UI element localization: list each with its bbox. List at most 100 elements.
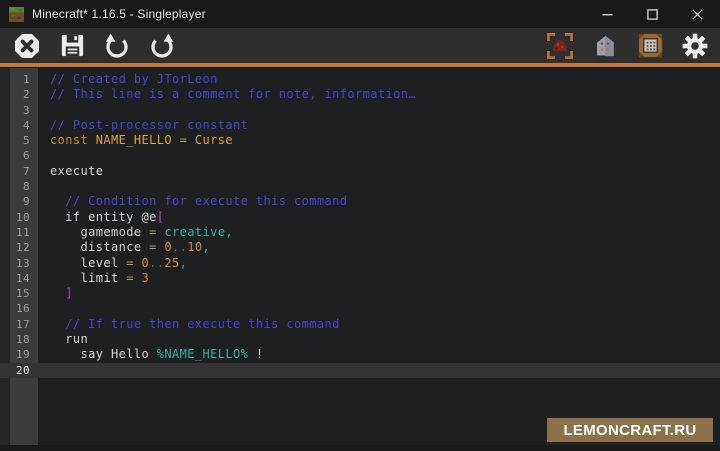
line-content	[38, 363, 720, 378]
line-content	[38, 148, 720, 163]
code-line-19[interactable]: 19 say Hello %NAME_HELLO% !	[0, 347, 720, 362]
line-number: 5	[0, 133, 38, 148]
code-line-5[interactable]: 5const NAME_HELLO = Curse	[0, 133, 720, 148]
code-line-13[interactable]: 13 level = 0..25,	[0, 256, 720, 271]
line-content: // If true then execute this command	[38, 317, 720, 332]
code-token-default: execute	[50, 164, 103, 178]
line-content: limit = 3	[38, 271, 720, 286]
line-content: run	[38, 332, 720, 347]
code-token-value: ,	[203, 240, 211, 254]
code-line-15[interactable]: 15 ]	[0, 286, 720, 301]
undo-icon[interactable]	[102, 31, 132, 61]
line-content: say Hello %NAME_HELLO% !	[38, 347, 720, 362]
code-line-4[interactable]: 4// Post-processor constant	[0, 118, 720, 133]
code-line-10[interactable]: 10 if entity @e[	[0, 210, 720, 225]
code-line-12[interactable]: 12 distance = 0..10,	[0, 240, 720, 255]
line-number: 12	[0, 240, 38, 255]
code-token-operator: =	[149, 240, 164, 254]
toolbar-left-group	[12, 31, 177, 61]
code-lines: 1// Created by JTorLeon2// This line is …	[0, 72, 720, 378]
window-bottom-edge	[0, 445, 720, 451]
line-number: 10	[0, 210, 38, 225]
code-token-number: 0	[142, 256, 150, 270]
code-line-20[interactable]: 20	[0, 363, 720, 378]
code-token-default	[172, 133, 180, 147]
line-number: 18	[0, 332, 38, 347]
code-line-3[interactable]: 3	[0, 103, 720, 118]
code-token-default: gamemode	[50, 225, 149, 239]
code-token-default: run	[50, 332, 88, 346]
line-content: if entity @e[	[38, 210, 720, 225]
window-title: Minecraft* 1.16.5 - Singleplayer	[32, 7, 585, 21]
line-number: 17	[0, 317, 38, 332]
settings-gear-icon[interactable]	[680, 31, 710, 61]
line-number: 7	[0, 164, 38, 179]
item-frame-icon[interactable]	[635, 31, 665, 61]
title-bar: Minecraft* 1.16.5 - Singleplayer	[0, 0, 720, 28]
code-token-value: %NAME_HELLO%	[157, 347, 249, 361]
toolbar	[0, 28, 720, 63]
code-token-default: !	[248, 347, 263, 361]
code-line-2[interactable]: 2// This line is a comment for note, inf…	[0, 87, 720, 102]
code-token-operator: =	[149, 225, 164, 239]
line-content: // Condition for execute this command	[38, 194, 720, 209]
code-line-1[interactable]: 1// Created by JTorLeon	[0, 72, 720, 87]
minimize-button[interactable]	[585, 0, 630, 28]
line-content: execute	[38, 164, 720, 179]
code-token-default: limit	[50, 271, 126, 285]
code-line-16[interactable]: 16	[0, 301, 720, 316]
maximize-button[interactable]	[630, 0, 675, 28]
code-token-number: 0	[164, 240, 172, 254]
line-content: level = 0..25,	[38, 256, 720, 271]
code-editor[interactable]: 1// Created by JTorLeon2// This line is …	[0, 68, 720, 445]
code-line-17[interactable]: 17 // If true then execute this command	[0, 317, 720, 332]
line-content: ]	[38, 286, 720, 301]
code-token-value: ,	[180, 256, 188, 270]
code-token-default: distance	[50, 240, 149, 254]
code-line-8[interactable]: 8	[0, 179, 720, 194]
line-number: 3	[0, 103, 38, 118]
redstone-select-icon[interactable]	[545, 31, 575, 61]
code-token-number: 10	[187, 240, 202, 254]
line-content: const NAME_HELLO = Curse	[38, 133, 720, 148]
code-line-14[interactable]: 14 limit = 3	[0, 271, 720, 286]
code-token-dots: ..	[172, 240, 187, 254]
line-number: 15	[0, 286, 38, 301]
code-line-11[interactable]: 11 gamemode = creative,	[0, 225, 720, 240]
code-line-18[interactable]: 18 run	[0, 332, 720, 347]
code-token-comment: // Created by JTorLeon	[50, 72, 218, 86]
code-token-keyword: const	[50, 133, 96, 147]
line-number: 9	[0, 194, 38, 209]
code-token-value: creative,	[164, 225, 233, 239]
line-number: 11	[0, 225, 38, 240]
code-token-default: if entity @e	[50, 210, 157, 224]
code-token-bracket: [	[157, 210, 165, 224]
code-line-7[interactable]: 7 execute	[0, 164, 720, 179]
line-number: 13	[0, 256, 38, 271]
close-button[interactable]	[675, 0, 720, 28]
line-number: 8	[0, 179, 38, 194]
code-line-9[interactable]: 9 // Condition for execute this command	[0, 194, 720, 209]
code-token-dots: ..	[149, 256, 164, 270]
line-number: 14	[0, 271, 38, 286]
code-line-6[interactable]: 6	[0, 148, 720, 163]
redo-icon[interactable]	[147, 31, 177, 61]
close-octagon-icon[interactable]	[12, 31, 42, 61]
line-content: // Created by JTorLeon	[38, 72, 720, 87]
save-floppy-icon[interactable]	[57, 31, 87, 61]
code-token-bracket: ]	[65, 286, 73, 300]
code-token-comment: // If true then execute this command	[50, 317, 340, 331]
line-number: 20	[0, 363, 38, 378]
code-token-default: level	[50, 256, 126, 270]
line-content: // This line is a comment for note, info…	[38, 87, 720, 102]
armor-head-icon[interactable]	[590, 31, 620, 61]
code-token-comment: // Condition for execute this command	[50, 194, 347, 208]
line-content: gamemode = creative,	[38, 225, 720, 240]
code-token-default	[50, 286, 65, 300]
code-token-number: 3	[142, 271, 150, 285]
line-number: 2	[0, 87, 38, 102]
code-token-default	[187, 133, 195, 147]
code-token-operator: =	[126, 256, 141, 270]
minecraft-grass-block-icon	[9, 7, 24, 22]
line-content: distance = 0..10,	[38, 240, 720, 255]
